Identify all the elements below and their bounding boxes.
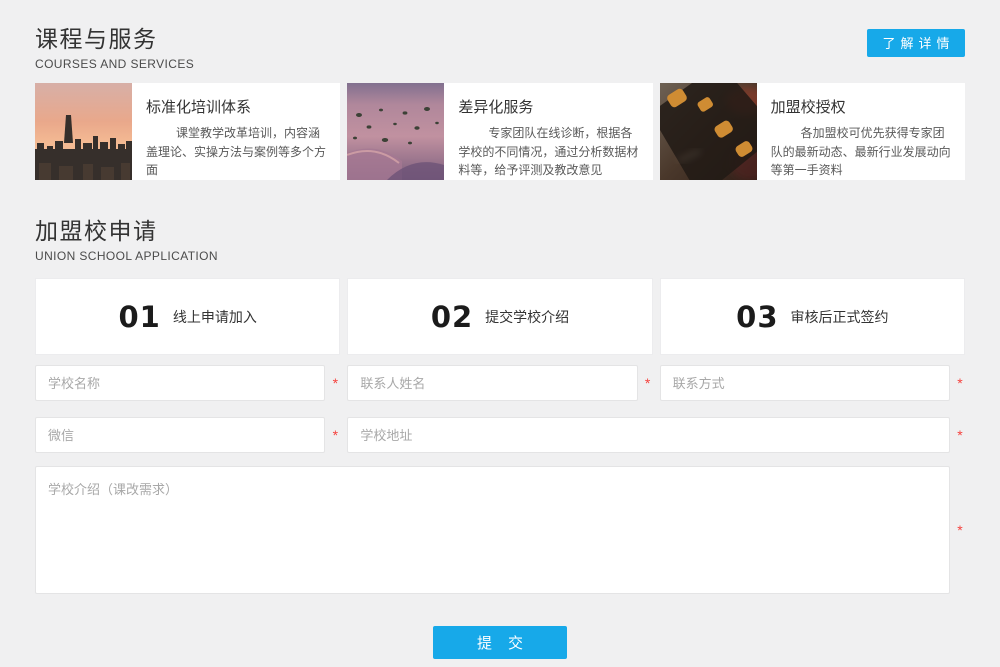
application-title: 加盟校申请 [35,212,965,246]
school-name-field: * [35,365,340,401]
card-title: 标准化培训体系 [146,96,330,117]
card-standardized-training: 标准化培训体系 课堂教学改革培训，内容涵盖理论、实操方法与案例等多个方面 [35,83,340,180]
application-form: * * * * * [35,365,965,659]
step-label: 提交学校介绍 [485,307,569,327]
card-body: 加盟校授权 各加盟校可优先获得专家团队的最新动态、最新行业发展动向等第一手资料 [757,83,965,180]
service-cards: 标准化培训体系 课堂教学改革培训，内容涵盖理论、实操方法与案例等多个方面 [35,83,965,180]
submit-button[interactable]: 提交 [433,626,567,659]
card-description: 各加盟校可优先获得专家团队的最新动态、最新行业发展动向等第一手资料 [771,124,955,180]
required-marker: * [955,428,965,442]
contact-name-field: * [347,365,652,401]
step-label: 线上申请加入 [173,307,257,327]
card-description: 专家团队在线诊断，根据各学校的不同情况，通过分析数据材料等，给予评测及教改意见 [458,124,642,180]
courses-subtitle: COURSES AND SERVICES [35,57,194,71]
card-differentiated-service: 差异化服务 专家团队在线诊断，根据各学校的不同情况，通过分析数据材料等，给予评测… [347,83,652,180]
required-marker: * [643,376,653,390]
required-marker: * [955,523,965,537]
step-label: 审核后正式签约 [791,307,889,327]
step-submit-introduction: 02 提交学校介绍 [347,278,652,355]
learn-more-button[interactable]: 了解详情 [867,29,965,57]
required-marker: * [330,428,340,442]
school-address-input[interactable] [347,417,950,453]
film-strip-image [660,83,757,180]
application-steps: 01 线上申请加入 02 提交学校介绍 03 审核后正式签约 [35,278,965,355]
contact-phone-input[interactable] [660,365,950,401]
step-sign-contract: 03 审核后正式签约 [660,278,965,355]
school-introduction-textarea[interactable] [35,466,950,594]
wechat-input[interactable] [35,417,325,453]
courses-section-header: 课程与服务 COURSES AND SERVICES 了解详情 [35,0,965,71]
wechat-field: * [35,417,340,453]
application-subtitle: UNION SCHOOL APPLICATION [35,249,965,263]
required-marker: * [330,376,340,390]
application-section-header: 加盟校申请 UNION SCHOOL APPLICATION [35,212,965,263]
courses-title: 课程与服务 [35,20,194,54]
contact-phone-field: * [660,365,965,401]
card-description: 课堂教学改革培训，内容涵盖理论、实操方法与案例等多个方面 [146,124,330,180]
courses-title-block: 课程与服务 COURSES AND SERVICES [35,0,194,71]
card-body: 标准化培训体系 课堂教学改革培训，内容涵盖理论、实操方法与案例等多个方面 [132,83,340,180]
school-introduction-field: * [35,466,965,594]
page: 课程与服务 COURSES AND SERVICES 了解详情 [0,0,1000,667]
school-name-input[interactable] [35,365,325,401]
card-title: 加盟校授权 [771,96,955,117]
city-skyline-image [35,83,132,180]
card-franchise-authorization: 加盟校授权 各加盟校可优先获得专家团队的最新动态、最新行业发展动向等第一手资料 [660,83,965,180]
step-number: 01 [118,300,160,334]
card-title: 差异化服务 [458,96,642,117]
desert-dunes-image [347,83,444,180]
step-apply-online: 01 线上申请加入 [35,278,340,355]
school-address-field: * [347,417,965,453]
card-body: 差异化服务 专家团队在线诊断，根据各学校的不同情况，通过分析数据材料等，给予评测… [444,83,652,180]
contact-name-input[interactable] [347,365,637,401]
step-number: 02 [431,300,473,334]
required-marker: * [955,376,965,390]
step-number: 03 [736,300,778,334]
